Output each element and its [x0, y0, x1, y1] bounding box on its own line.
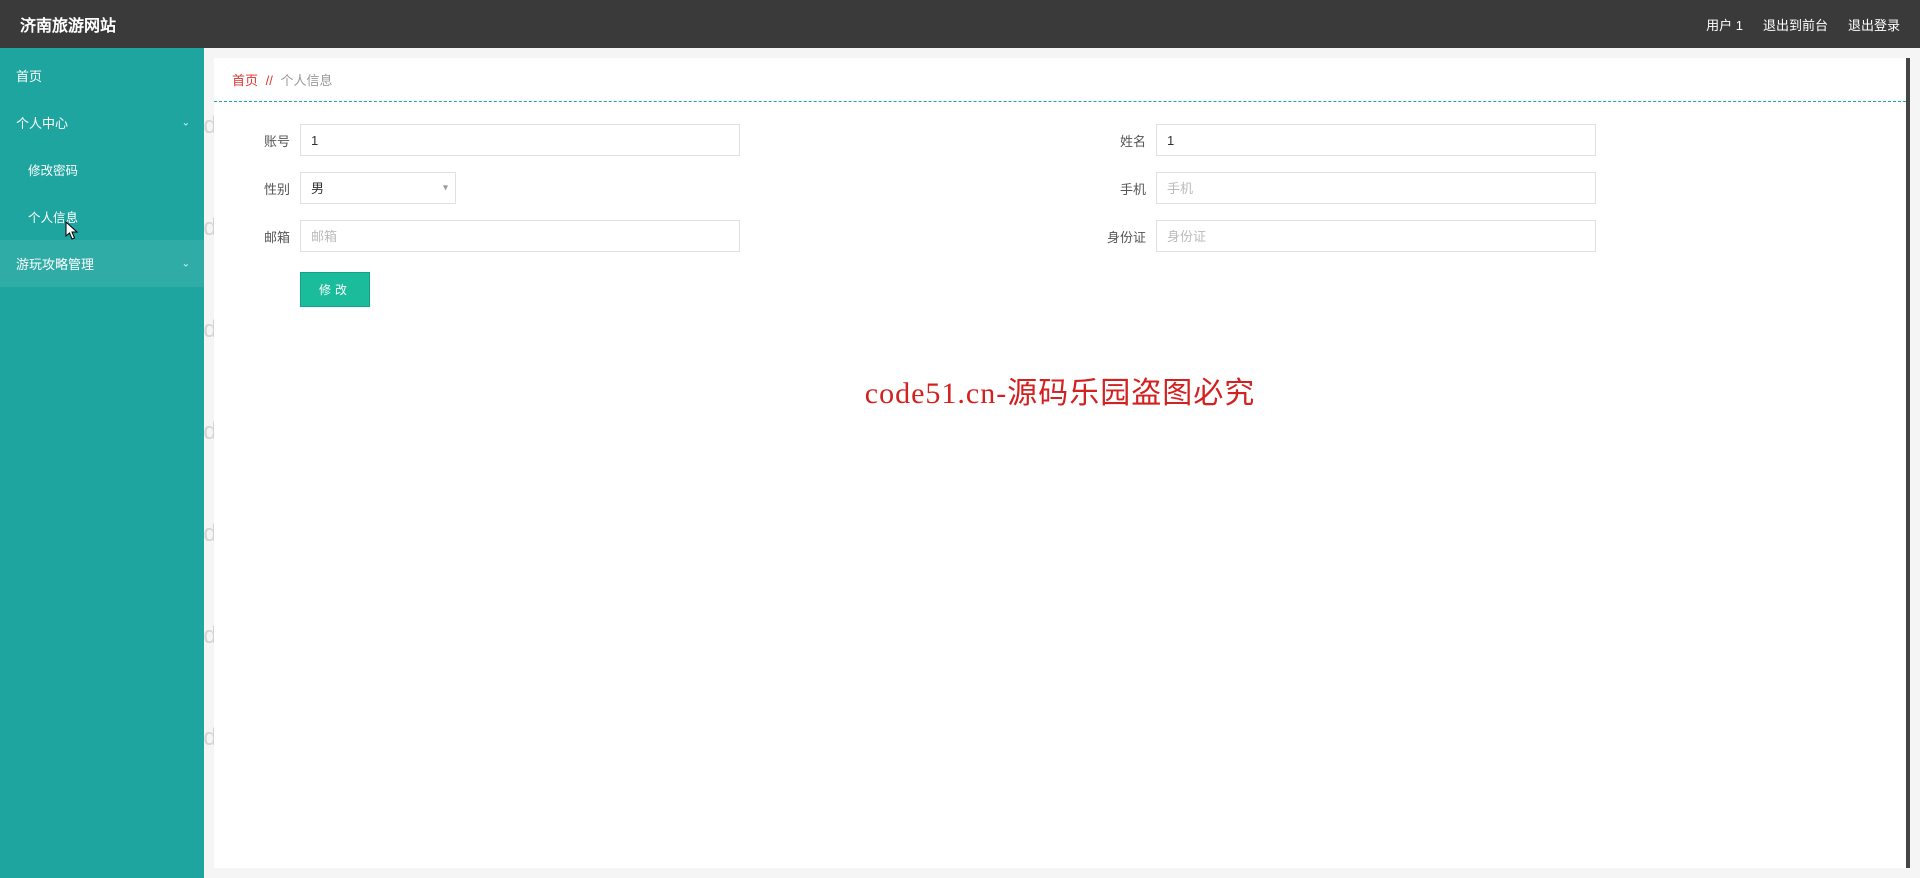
account-label: 账号	[244, 131, 300, 150]
chevron-icon: ⌄	[182, 117, 190, 128]
sidebar-item-label: 个人中心	[16, 116, 68, 131]
sidebar-item-label: 游玩攻略管理	[16, 257, 94, 272]
user-label[interactable]: 用户 1	[1706, 15, 1743, 34]
breadcrumb-sep: //	[266, 73, 273, 88]
brand-title: 济南旅游网站	[20, 12, 116, 36]
logout-front-link[interactable]: 退出到前台	[1763, 15, 1828, 34]
idcard-input[interactable]	[1156, 220, 1596, 252]
sidebar-item-home[interactable]: 首页	[0, 52, 204, 99]
name-input[interactable]	[1156, 124, 1596, 156]
gender-select[interactable]: 男	[300, 172, 456, 204]
sidebar-item-change-password[interactable]: 修改密码	[0, 146, 204, 193]
chevron-icon: ⌄	[182, 258, 190, 269]
sidebar: 首页 个人中心 ⌄ 修改密码 个人信息 游玩攻略管理 ⌄	[0, 48, 204, 878]
phone-input[interactable]	[1156, 172, 1596, 204]
sidebar-item-guide-manage[interactable]: 游玩攻略管理 ⌄	[0, 240, 204, 287]
watermark-center: code51.cn-源码乐园盗图必究	[865, 368, 1255, 412]
submit-button[interactable]: 修改	[300, 272, 370, 307]
email-input[interactable]	[300, 220, 740, 252]
sidebar-item-personal-info[interactable]: 个人信息	[0, 193, 204, 240]
breadcrumb: 首页 // 个人信息	[214, 58, 1906, 102]
main-panel: 首页 // 个人信息 账号 姓名 性别	[214, 58, 1910, 868]
email-label: 邮箱	[244, 227, 300, 246]
breadcrumb-home[interactable]: 首页	[232, 73, 258, 88]
breadcrumb-current: 个人信息	[281, 73, 333, 88]
sidebar-item-personal-center[interactable]: 个人中心 ⌄	[0, 99, 204, 146]
top-header: 济南旅游网站 用户 1 退出到前台 退出登录	[0, 0, 1920, 48]
logout-link[interactable]: 退出登录	[1848, 15, 1900, 34]
form-area: 账号 姓名 性别 男 ▾	[214, 102, 1906, 345]
phone-label: 手机	[1100, 179, 1156, 198]
header-right: 用户 1 退出到前台 退出登录	[1706, 15, 1900, 34]
account-input[interactable]	[300, 124, 740, 156]
name-label: 姓名	[1100, 131, 1156, 150]
gender-label: 性别	[244, 179, 300, 198]
idcard-label: 身份证	[1100, 227, 1156, 246]
